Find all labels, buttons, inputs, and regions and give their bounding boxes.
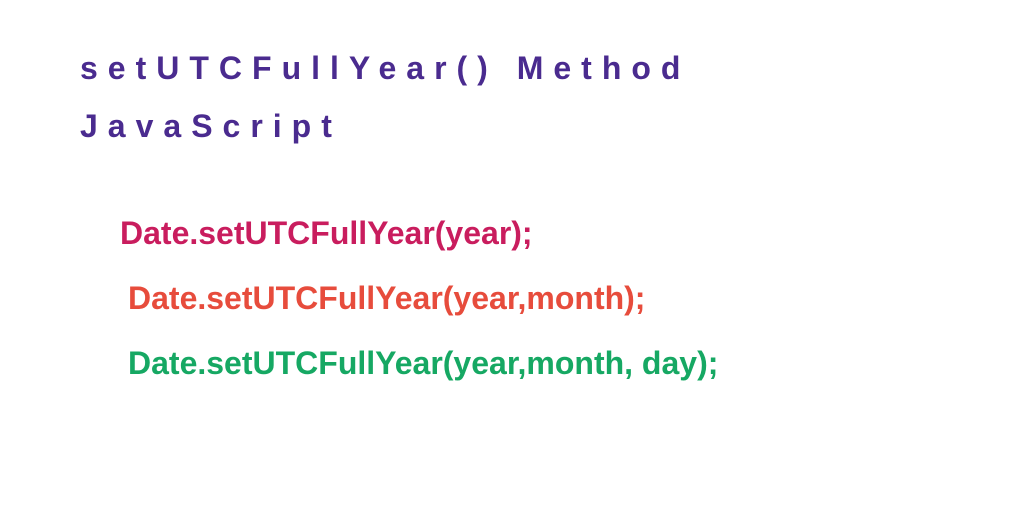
- syntax-list: Date.setUTCFullYear(year); Date.setUTCFu…: [80, 215, 944, 382]
- syntax-line-3: Date.setUTCFullYear(year,month, day);: [120, 345, 944, 382]
- syntax-line-2: Date.setUTCFullYear(year,month);: [120, 280, 944, 317]
- syntax-line-1: Date.setUTCFullYear(year);: [120, 215, 944, 252]
- page-title: setUTCFullYear() Method JavaScript: [80, 40, 944, 155]
